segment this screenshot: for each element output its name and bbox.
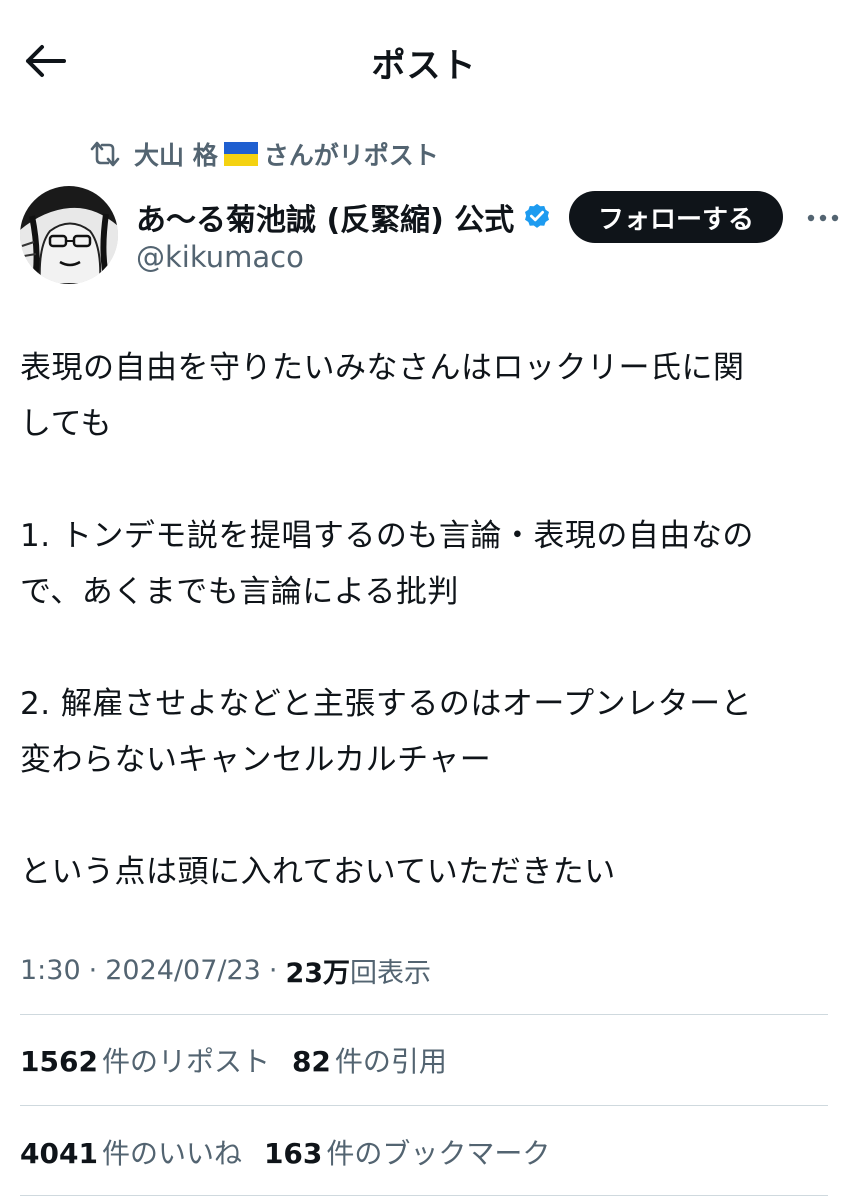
views-count: 23万 (285, 957, 351, 989)
tweet-line: という点は頭に入れておいていただきたい (20, 854, 616, 890)
bookmarks-stat[interactable]: 163 件のブックマーク (264, 1132, 550, 1172)
reposts-label: 件のリポスト (101, 1045, 270, 1078)
tweet-meta: 1:30 · 2024/07/23 · 23万 回表示 (20, 950, 431, 990)
repost-user: 大山 格 (134, 141, 218, 170)
divider (20, 1105, 828, 1106)
bookmarks-label: 件のブックマーク (326, 1137, 551, 1170)
divider (20, 1014, 828, 1015)
tweet-line: しても (20, 406, 113, 442)
tweet-date[interactable]: 2024/07/23 (105, 955, 261, 986)
author-display-name: あ〜る菊池誠 (反緊縮) 公式 (136, 203, 515, 238)
tweet-time[interactable]: 1:30 (20, 955, 81, 986)
repost-icon (90, 141, 120, 167)
author-handle[interactable]: @kikumaco (136, 240, 304, 274)
divider (20, 1195, 828, 1196)
views-label: 回表示 (350, 957, 432, 989)
tweet-line: 変わらないキャンセルカルチャー (20, 742, 492, 778)
quotes-count: 82 (291, 1045, 331, 1078)
reposts-count: 1562 (20, 1045, 98, 1078)
tweet-line: 表現の自由を守りたいみなさんはロックリー氏に関 (20, 350, 745, 386)
meta-separator: · (88, 954, 98, 986)
follow-button[interactable]: フォローする (569, 191, 783, 243)
avatar-illustration (20, 186, 118, 284)
repost-context[interactable]: 大山 格 さんがリポスト (88, 134, 439, 174)
stats-row-reposts: 1562 件のリポスト 82 件の引用 (20, 1040, 447, 1080)
tweet-line: 2. 解雇させよなどと主張するのはオープンレターと (20, 686, 753, 722)
more-options-button[interactable] (802, 200, 844, 236)
more-horizontal-icon (807, 214, 839, 222)
meta-separator: · (268, 954, 278, 986)
repost-suffix: さんがリポスト (263, 141, 439, 170)
quotes-label: 件の引用 (334, 1045, 447, 1078)
author-name-row[interactable]: あ〜る菊池誠 (反緊縮) 公式 (136, 196, 552, 238)
top-bar: ポスト (0, 0, 848, 120)
tweet-line: で、あくまでも言論による批判 (20, 574, 459, 610)
avatar[interactable] (20, 186, 118, 284)
page-title: ポスト (371, 46, 477, 86)
reposts-stat[interactable]: 1562 件のリポスト (20, 1040, 270, 1080)
tweet-line: 1. トンデモ説を提唱するのも言論・表現の自由なの (20, 518, 754, 554)
quotes-stat[interactable]: 82 件の引用 (292, 1040, 447, 1080)
ukraine-flag-icon (223, 142, 258, 166)
likes-count: 4041 (20, 1137, 98, 1170)
bookmarks-count: 163 (263, 1137, 323, 1170)
likes-stat[interactable]: 4041 件のいいね (20, 1132, 242, 1172)
verified-badge-icon (522, 202, 552, 232)
likes-label: 件のいいね (101, 1137, 242, 1170)
stats-row-likes: 4041 件のいいね 163 件のブックマーク (20, 1132, 550, 1172)
tweet-text: 表現の自由を守りたいみなさんはロックリー氏に関 しても 1. トンデモ説を提唱す… (20, 340, 840, 900)
